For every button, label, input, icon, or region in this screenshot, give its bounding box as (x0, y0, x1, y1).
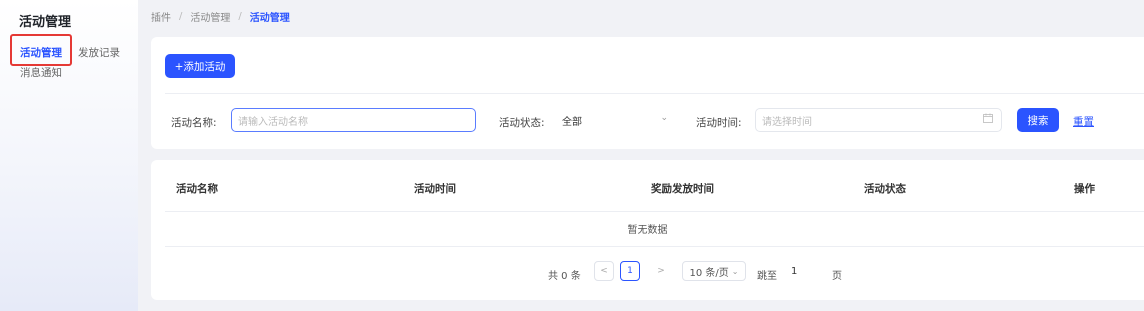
breadcrumb-current: 活动管理 (249, 13, 290, 24)
page-size-value: 10 条/页 (689, 267, 729, 279)
table-bottom-divider (165, 246, 1144, 247)
add-activity-button[interactable]: +添加活动 (165, 54, 235, 78)
goto-page-input[interactable]: 1 (785, 261, 823, 281)
activity-status-select[interactable]: 全部 ⌄ (556, 108, 676, 132)
sidebar-item-activity-management[interactable]: 活动管理 (20, 45, 62, 60)
breadcrumb-separator: / (179, 11, 183, 22)
app-root: 活动管理 活动管理 发放记录 消息通知 插件 / 活动管理 / 活动管理 +添加… (0, 0, 1144, 311)
chevron-down-icon: ⌄ (660, 113, 668, 123)
activity-time-label: 活动时间: (696, 117, 742, 129)
breadcrumb: 插件 / 活动管理 / 活动管理 (151, 9, 290, 24)
page-suffix: 页 (832, 271, 842, 282)
sidebar: 活动管理 活动管理 发放记录 消息通知 (0, 0, 138, 311)
empty-state-text: 暂无数据 (627, 225, 668, 236)
activity-name-input[interactable]: 请输入活动名称 (231, 108, 476, 132)
activity-status-value: 全部 (562, 116, 582, 128)
activity-name-label: 活动名称: (171, 117, 217, 129)
breadcrumb-item-plugins[interactable]: 插件 (151, 9, 171, 24)
activity-status-label: 活动状态: (499, 117, 545, 129)
table-card: 活动名称 活动时间 奖励发放时间 活动状态 操作 暂无数据 共 0 条 < 1 … (151, 160, 1144, 300)
activity-time-picker[interactable]: 请选择时间 (755, 108, 1002, 132)
column-header-activity-status: 活动状态 (864, 183, 906, 195)
filter-card: +添加活动 活动名称: 请输入活动名称 活动状态: 全部 ⌄ 活动时间: 请选择… (151, 37, 1144, 149)
column-header-activity-name: 活动名称 (176, 183, 218, 195)
sidebar-title: 活动管理 (19, 15, 72, 30)
table-header-divider (165, 211, 1144, 212)
divider (165, 93, 1144, 94)
sidebar-item-message-notifications[interactable]: 消息通知 (20, 65, 62, 80)
pagination-prev-button[interactable]: < (594, 261, 614, 281)
goto-label: 跳至 (757, 271, 777, 282)
pagination-next-button[interactable]: > (651, 261, 671, 281)
sidebar-item-distribution-records[interactable]: 发放记录 (78, 45, 120, 60)
calendar-icon (983, 113, 993, 123)
column-header-actions: 操作 (1074, 183, 1095, 195)
column-header-reward-time: 奖励发放时间 (651, 183, 714, 195)
activity-time-placeholder: 请选择时间 (762, 116, 812, 128)
pagination-total: 共 0 条 (548, 271, 581, 282)
breadcrumb-item-activity-management[interactable]: 活动管理 (190, 9, 230, 24)
pagination-page-1[interactable]: 1 (620, 261, 640, 281)
page-size-select[interactable]: 10 条/页 ⌄ (682, 261, 746, 281)
chevron-down-icon: ⌄ (731, 266, 739, 276)
activity-name-placeholder: 请输入活动名称 (238, 116, 308, 128)
search-button[interactable]: 搜索 (1017, 108, 1059, 132)
column-header-activity-time: 活动时间 (414, 183, 456, 195)
breadcrumb-separator: / (238, 11, 242, 22)
reset-button[interactable]: 重置 (1073, 114, 1094, 129)
